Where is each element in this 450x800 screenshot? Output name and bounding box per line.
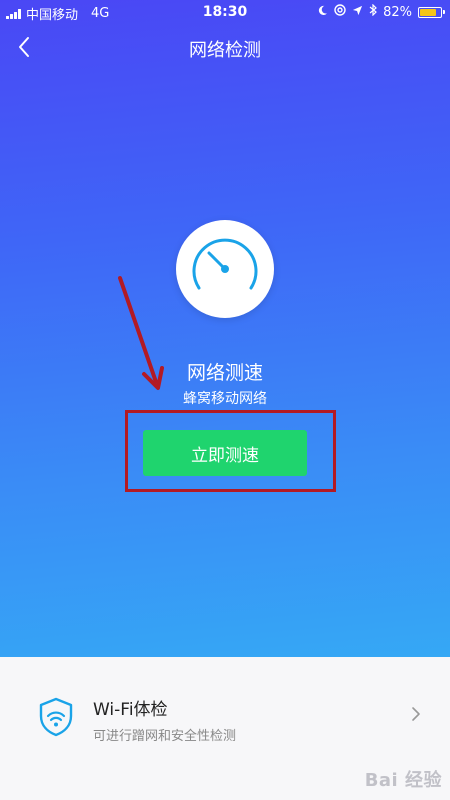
status-bar-right: 82% — [317, 3, 445, 20]
wifi-shield-icon — [39, 697, 73, 737]
battery-label: 82% — [383, 4, 412, 20]
battery-fill — [420, 8, 436, 16]
page-title: 网络检测 — [189, 40, 261, 61]
network-type-label: 蜂窝移动网络 — [183, 391, 267, 407]
wifi-check-description: 可进行蹭网和安全性检测 — [93, 729, 237, 744]
moon-icon — [317, 5, 328, 20]
start-speed-test-button[interactable]: 立即测速 — [143, 430, 307, 476]
wifi-check-item[interactable]: Wi-Fi体检 可进行蹭网和安全性检测 — [0, 692, 450, 762]
battery-icon — [418, 6, 445, 18]
speedometer-icon — [176, 220, 274, 318]
speed-test-title: 网络测速 — [186, 362, 263, 384]
annotation-arrow — [118, 276, 164, 390]
watermark: Bai 经验 — [364, 770, 442, 791]
at-icon — [334, 4, 346, 20]
hero-background — [0, 0, 450, 657]
status-bar: 中国移动 4G 18:30 82% — [0, 0, 450, 24]
chevron-right-icon — [412, 707, 420, 721]
nav-bar: 网络检测 — [0, 24, 450, 70]
bottom-card: Wi-Fi体检 可进行蹭网和安全性检测 Bai 经验 — [0, 657, 450, 800]
wifi-check-title: Wi-Fi体检 — [93, 700, 168, 720]
location-icon — [352, 5, 363, 20]
bluetooth-icon — [369, 3, 377, 20]
